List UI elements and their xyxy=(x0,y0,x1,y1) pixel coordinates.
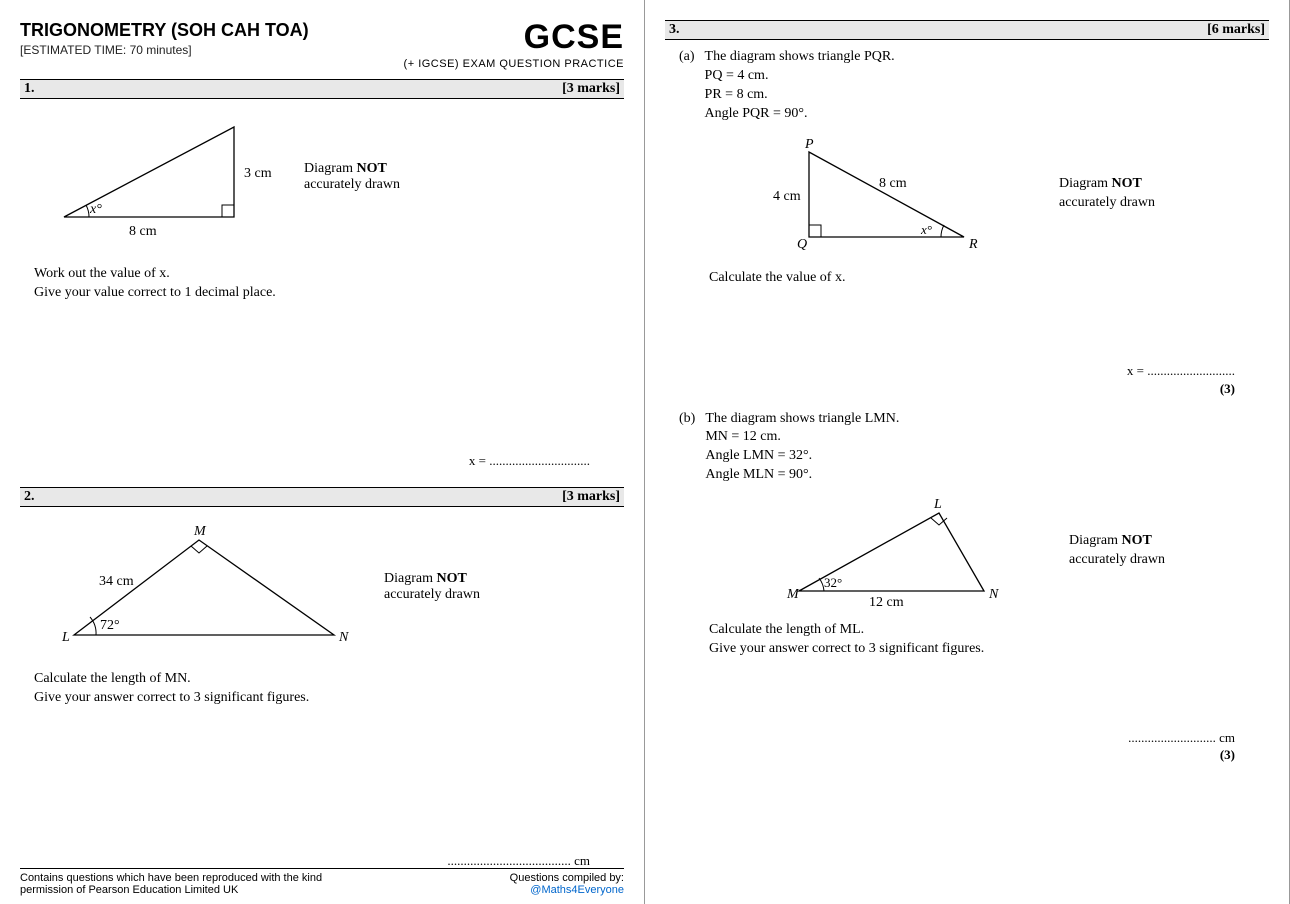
q2-angle: 72° xyxy=(100,618,120,633)
q3b-s1: 12 cm xyxy=(869,595,904,610)
q3b-answer: ........................... cm xyxy=(679,729,1255,747)
q1-marks: [3 marks] xyxy=(562,81,620,97)
question-1-header: 1. [3 marks] xyxy=(20,79,624,99)
q3a-P: P xyxy=(804,137,814,152)
q2-triangle-diagram: M L N 34 cm 72° xyxy=(34,515,354,660)
q3a-s2: 8 cm xyxy=(879,176,907,191)
footer-handle: @Maths4Everyone xyxy=(530,884,624,896)
q2-side: 34 cm xyxy=(99,574,134,589)
q3b-l3: Angle LMN = 32°. xyxy=(705,448,812,463)
q3b-angle: 32° xyxy=(824,575,842,590)
q1-base-label: 8 cm xyxy=(129,224,157,239)
page-left: TRIGONOMETRY (SOH CAH TOA) [ESTIMATED TI… xyxy=(0,0,645,904)
q1-angle-x: x° xyxy=(89,202,102,217)
page-footer: Contains questions which have been repro… xyxy=(20,868,624,896)
q3a-l3: PR = 8 cm. xyxy=(705,87,768,102)
q3a-answer: x = ........................... xyxy=(679,362,1255,380)
q3a-Q: Q xyxy=(797,237,807,252)
q3a-s1: 4 cm xyxy=(773,189,801,204)
q3b-M: M xyxy=(786,587,800,602)
q3a-angle: x° xyxy=(920,222,932,237)
q2-instruction-1: Calculate the length of MN. xyxy=(34,671,191,686)
q2-L: L xyxy=(61,630,70,645)
q2-M: M xyxy=(193,524,207,539)
footer-left: Contains questions which have been repro… xyxy=(20,872,322,896)
q3a-l1: The diagram shows triangle PQR. xyxy=(705,49,895,64)
q3a-R: R xyxy=(968,237,978,252)
q1-number: 1. xyxy=(24,81,35,97)
q3b-calc1: Calculate the length of ML. xyxy=(709,622,864,637)
q3a-body: (a) The diagram shows triangle PQR. PQ =… xyxy=(665,40,1269,398)
q3b-triangle-diagram: L M N 32° 12 cm xyxy=(769,491,1019,611)
q3a-not-drawn-note: Diagram NOT accurately drawn xyxy=(1059,175,1155,213)
q3a-l2: PQ = 4 cm. xyxy=(705,68,769,83)
footer-right: Questions compiled by: @Maths4Everyone xyxy=(510,872,624,896)
q1-not-drawn-note: Diagram NOT accurately drawn xyxy=(304,161,400,193)
q2-marks: [3 marks] xyxy=(562,489,620,505)
question-2-header: 2. [3 marks] xyxy=(20,487,624,507)
q3b-label: (b) xyxy=(679,410,695,486)
q3a-l4: Angle PQR = 90°. xyxy=(705,106,808,121)
q3b-l2: MN = 12 cm. xyxy=(705,429,781,444)
q1-height-label: 3 cm xyxy=(244,166,272,181)
q3b-l4: Angle MLN = 90°. xyxy=(705,467,812,482)
q2-body: M L N 34 cm 72° Diagram NOT accurately d… xyxy=(20,507,624,869)
q1-triangle-diagram: x° 8 cm 3 cm xyxy=(34,107,274,247)
q2-instruction-2: Give your answer correct to 3 significan… xyxy=(34,690,309,705)
q3b-not-drawn-note: Diagram NOT accurately drawn xyxy=(1069,532,1165,570)
q3a-triangle-diagram: P Q R 4 cm 8 cm x° xyxy=(769,132,999,257)
page-right: 3. [6 marks] (a) The diagram shows trian… xyxy=(645,0,1290,904)
q3b-l1: The diagram shows triangle LMN. xyxy=(705,411,899,426)
gcse-logo: GCSE xyxy=(524,18,624,57)
q2-not-drawn-note: Diagram NOT accurately drawn xyxy=(384,571,480,603)
q3-number: 3. xyxy=(669,22,680,38)
q1-instruction-2: Give your value correct to 1 decimal pla… xyxy=(34,285,276,300)
q3a-submarks: (3) xyxy=(679,380,1255,398)
q3b-submarks: (3) xyxy=(679,746,1255,764)
q3-marks: [6 marks] xyxy=(1207,22,1265,38)
q1-instruction-1: Work out the value of x. xyxy=(34,266,170,281)
q3a-label: (a) xyxy=(679,48,695,124)
q3b-L: L xyxy=(933,497,942,512)
q3b-calc2: Give your answer correct to 3 significan… xyxy=(709,641,984,656)
q1-answer-line: x = ............................... xyxy=(34,453,610,469)
q2-answer-line: ...................................... c… xyxy=(34,853,610,869)
q3a-calc: Calculate the value of x. xyxy=(709,270,845,285)
q3b-N: N xyxy=(988,587,999,602)
q3b-body: (b) The diagram shows triangle LMN. MN =… xyxy=(665,398,1269,764)
q2-N: N xyxy=(338,630,349,645)
q2-number: 2. xyxy=(24,489,35,505)
question-3-header: 3. [6 marks] xyxy=(665,20,1269,40)
logo-subtitle: (+ IGCSE) EXAM QUESTION PRACTICE xyxy=(404,58,624,70)
q1-body: x° 8 cm 3 cm Diagram NOT accurately draw… xyxy=(20,99,624,469)
